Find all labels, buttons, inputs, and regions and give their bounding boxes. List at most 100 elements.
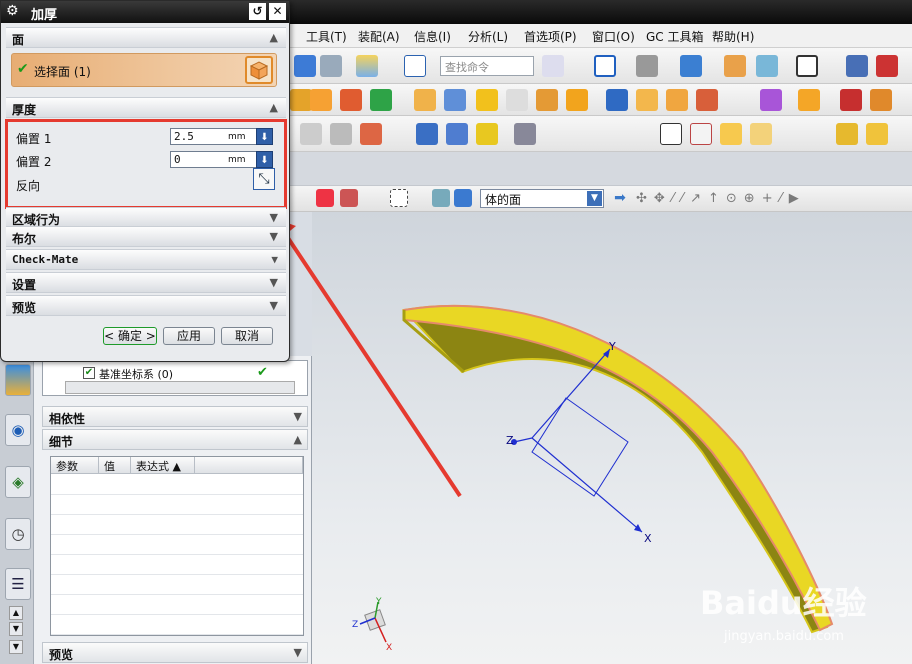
background-icon[interactable]	[796, 55, 818, 77]
sew-icon[interactable]	[476, 89, 498, 111]
offset1-menu-icon[interactable]: ⬇	[256, 128, 273, 145]
solid-filter-icon[interactable]	[454, 189, 472, 207]
apply-button[interactable]: 应用	[163, 327, 215, 345]
section-settings[interactable]: 设置 ▼	[6, 272, 286, 293]
bend-icon[interactable]	[330, 123, 352, 145]
cylinder-icon[interactable]	[416, 123, 438, 145]
group-icon[interactable]	[750, 123, 772, 145]
assembly-icon[interactable]	[836, 123, 858, 145]
boolean-icon[interactable]	[370, 89, 392, 111]
section-preview[interactable]: 预览 ▼	[6, 295, 286, 316]
section-region-behavior[interactable]: 区域行为 ▼	[6, 207, 286, 228]
information-icon[interactable]	[404, 55, 426, 77]
select-face-row[interactable]: ✔ 选择面 (1)	[11, 53, 277, 87]
selection-filter-select[interactable]: 体的面 ▼	[480, 189, 604, 208]
section-face[interactable]: 面 ▲	[6, 27, 286, 48]
offset2-input[interactable]: 0	[170, 151, 232, 168]
column-expression[interactable]: 表达式 ▲	[131, 457, 195, 474]
box-select-icon[interactable]	[390, 189, 408, 207]
chamfer-icon[interactable]	[666, 89, 688, 111]
close-icon[interactable]: ✕	[269, 3, 286, 20]
combine-icon[interactable]	[340, 89, 362, 111]
move-icon[interactable]	[876, 55, 898, 77]
scroll-up-icon[interactable]: ▲	[9, 606, 23, 620]
reuse-library-icon[interactable]: ◈	[5, 466, 31, 498]
menu-assembly[interactable]: 装配(A)	[358, 28, 400, 45]
feature-icon[interactable]	[290, 89, 312, 111]
solid-icon[interactable]	[606, 89, 628, 111]
offset-face-icon[interactable]	[414, 89, 436, 111]
filter-icon[interactable]	[432, 189, 450, 207]
section-thickness[interactable]: 厚度 ▲	[6, 97, 286, 118]
menu-window[interactable]: 窗口(O)	[592, 28, 635, 45]
horizontal-scrollbar[interactable]	[65, 381, 295, 394]
section-details[interactable]: 细节 ▲	[42, 429, 308, 450]
section-preview[interactable]: 预览 ▼	[42, 642, 308, 663]
star-icon[interactable]	[720, 123, 742, 145]
menu-analysis[interactable]: 分析(L)	[468, 28, 508, 45]
repeat-command-icon[interactable]	[356, 55, 378, 77]
scroll-down-icon[interactable]: ▼	[9, 622, 23, 636]
section-dependencies[interactable]: 相依性 ▼	[42, 406, 308, 427]
layer-icon[interactable]	[756, 55, 778, 77]
sheet-icon[interactable]	[300, 123, 322, 145]
blend-icon[interactable]	[636, 89, 658, 111]
column-parameter[interactable]: 参数	[51, 457, 99, 474]
select-arrow-icon[interactable]	[340, 189, 358, 207]
assembly-navigator-icon[interactable]	[5, 364, 31, 396]
table-icon[interactable]	[690, 123, 712, 145]
section-boolean[interactable]: 布尔 ▼	[6, 226, 286, 247]
column-value[interactable]: 值	[99, 457, 131, 474]
checkbox-icon[interactable]: ✔	[83, 367, 95, 379]
history-icon[interactable]: ◷	[5, 518, 31, 550]
snap-icon[interactable]	[316, 189, 334, 207]
tools-icon[interactable]	[514, 123, 536, 145]
face-select-button[interactable]	[245, 56, 273, 84]
details-table[interactable]: 参数 值 表达式 ▲	[50, 456, 304, 636]
ok-button[interactable]: < 确定 >	[103, 327, 157, 345]
reverse-direction-button[interactable]: ⤡	[253, 168, 275, 190]
offset1-input[interactable]: 2.5	[170, 128, 232, 145]
menu-tools[interactable]: 工具(T)	[306, 28, 347, 45]
reset-icon[interactable]: ↺	[249, 3, 266, 20]
cancel-button[interactable]: 取消	[221, 327, 273, 345]
redo-icon[interactable]	[320, 55, 342, 77]
search-icon[interactable]	[542, 55, 564, 77]
replace-face-icon[interactable]	[870, 89, 892, 111]
insert-icon[interactable]	[846, 55, 868, 77]
undo-icon[interactable]	[294, 55, 316, 77]
render-style-icon[interactable]	[636, 55, 658, 77]
gear-part-icon[interactable]	[476, 123, 498, 145]
trim-icon[interactable]	[566, 89, 588, 111]
gear-icon[interactable]: ⚙	[6, 3, 19, 19]
delete-face-icon[interactable]	[840, 89, 862, 111]
component-icon[interactable]	[866, 123, 888, 145]
part-navigator-icon[interactable]: ☰	[5, 568, 31, 600]
draft-icon[interactable]	[798, 89, 820, 111]
extract-icon[interactable]	[536, 89, 558, 111]
menu-info[interactable]: 信息(I)	[414, 28, 451, 45]
shell-icon[interactable]	[696, 89, 718, 111]
menu-gc-toolbox[interactable]: GC 工具箱	[646, 28, 704, 45]
surface-icon[interactable]	[444, 89, 466, 111]
triangle-icon[interactable]	[660, 123, 682, 145]
fit-view-icon[interactable]	[594, 55, 616, 77]
patch-icon[interactable]	[506, 89, 528, 111]
scroll-bottom-icon[interactable]: ▼	[9, 640, 23, 654]
web-browser-icon[interactable]: ◉	[5, 414, 31, 446]
spring-icon[interactable]	[446, 123, 468, 145]
offset1-unit[interactable]: mm	[226, 128, 258, 145]
model-history-tree[interactable]: ✔ 基准坐标系 (0) ✔	[42, 360, 308, 396]
tree-item-datum-csys[interactable]: 基准坐标系 (0)	[99, 366, 173, 382]
arrow-right-icon[interactable]: ➡	[612, 190, 628, 206]
orient-view-icon[interactable]	[724, 55, 746, 77]
snap-point-icons[interactable]: ✣✥⁄⁄↗↑⊙⊕+⁄▶	[636, 191, 806, 206]
offset2-unit[interactable]: mm	[226, 151, 258, 168]
menu-help[interactable]: 帮助(H)	[712, 28, 754, 45]
mirror-icon[interactable]	[760, 89, 782, 111]
pattern-icon[interactable]	[310, 89, 332, 111]
shaded-view-icon[interactable]	[680, 55, 702, 77]
graphics-window[interactable]: Y X Z Y X Z Baidu经验 jingyan.baidu.com	[312, 212, 912, 664]
menu-preferences[interactable]: 首选项(P)	[524, 28, 577, 45]
offset2-menu-icon[interactable]: ⬇	[256, 151, 273, 168]
